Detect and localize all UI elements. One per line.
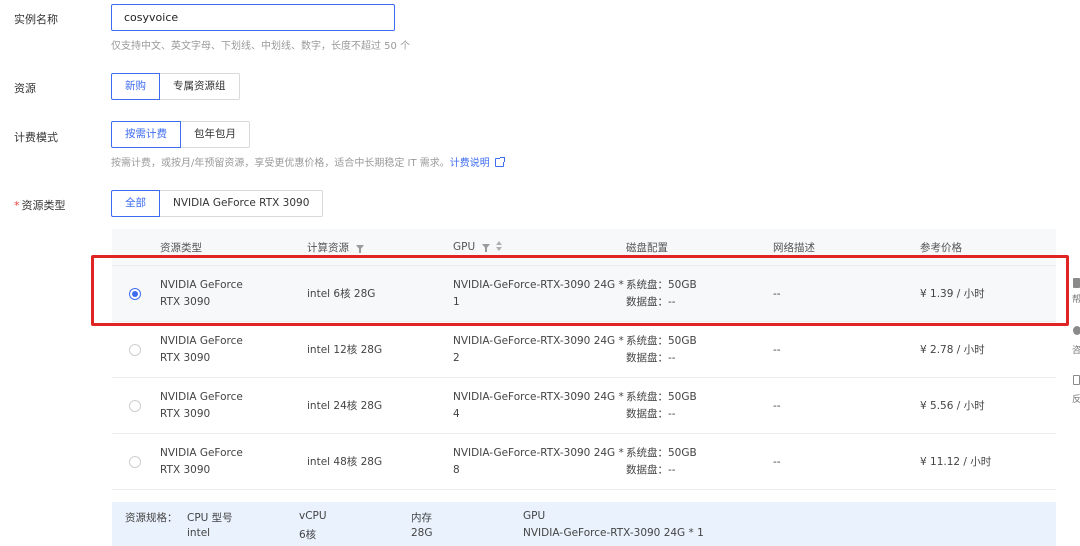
resource-type-filter: 全部 NVIDIA GeForce RTX 3090	[111, 190, 324, 217]
network-value: --	[773, 400, 781, 412]
filter-icon[interactable]	[356, 245, 364, 253]
table-row[interactable]: NVIDIA GeForce RTX 3090 intel 24核 28G NVI…	[112, 378, 1056, 434]
row-radio[interactable]	[129, 400, 141, 412]
row-radio[interactable]	[129, 456, 141, 468]
billing-mode-selector: 按需计费 包年包月	[111, 121, 250, 148]
spec-mem-value: 28G	[411, 527, 433, 539]
spec-label: 资源规格：	[125, 512, 178, 524]
resource-selector: 新购 专属资源组	[111, 73, 240, 100]
resource-spec-bar: 资源规格： CPU 型号 intel vCPU 6核 内存 28G GPU NV…	[112, 502, 1056, 546]
col-disk: 磁盘配置	[626, 242, 668, 254]
price-value: ¥ 5.56 / 小时	[920, 400, 985, 412]
side-tab-consult[interactable]: 咨	[1072, 343, 1080, 356]
table-row[interactable]: NVIDIA GeForce RTX 3090 intel 12核 28G NVI…	[112, 322, 1056, 378]
resource-type-model: RTX 3090	[160, 408, 211, 420]
spec-cpu-value: intel	[187, 527, 211, 539]
col-network: 网络描述	[773, 242, 815, 254]
resource-type-label-text: 资源类型	[21, 199, 66, 212]
instance-name-hint: 仅支持中文、英文字母、下划线、中划线、数字，长度不超过 50 个	[111, 41, 411, 52]
instance-name-input[interactable]: cosyvoice	[111, 4, 395, 31]
gpu-count: 8	[453, 464, 460, 476]
data-disk: 数据盘：--	[626, 464, 676, 476]
network-value: --	[773, 456, 781, 468]
resource-type-model: RTX 3090	[160, 352, 211, 364]
sort-icon[interactable]	[496, 241, 503, 251]
col-price: 参考价格	[920, 242, 962, 254]
gpu-count: 2	[453, 352, 460, 364]
system-disk: 系统盘：50GB	[626, 447, 697, 459]
side-tab-feedback[interactable]: 反	[1072, 392, 1080, 405]
spec-gpu-title: GPU	[523, 510, 546, 522]
gpu-value: NVIDIA-GeForce-RTX-3090 24G *	[453, 391, 624, 403]
resource-label: 资源	[14, 82, 36, 95]
selection-highlight-box	[91, 255, 1069, 326]
billing-hint: 按需计费，或按月/年预留资源，享受更优惠价格，适合中长期稳定 IT 需求。计费说…	[111, 154, 505, 169]
resource-type-name: NVIDIA GeForce	[160, 335, 243, 347]
gpu-count: 4	[453, 408, 460, 420]
billing-doc-link[interactable]: 计费说明	[450, 158, 490, 169]
col-compute-label: 计算资源	[307, 242, 349, 254]
billing-option-subscription[interactable]: 包年包月	[180, 121, 250, 148]
system-disk: 系统盘：50GB	[626, 335, 697, 347]
billing-option-on-demand[interactable]: 按需计费	[111, 121, 181, 148]
compute-value: intel 24核 28G	[307, 400, 383, 412]
resource-option-new[interactable]: 新购	[111, 73, 160, 100]
compute-value: intel 12核 28G	[307, 344, 383, 356]
resource-type-label: * 资源类型	[14, 197, 66, 213]
required-star: *	[14, 199, 20, 212]
spec-cpu-title: CPU 型号	[187, 512, 233, 524]
resource-type-name: NVIDIA GeForce	[160, 447, 243, 459]
table-row[interactable]: NVIDIA GeForce RTX 3090 intel 48核 28G NVI…	[112, 434, 1056, 490]
data-disk: 数据盘：--	[626, 408, 676, 420]
resource-option-dedicated-group[interactable]: 专属资源组	[159, 73, 240, 100]
col-compute: 计算资源	[307, 240, 364, 255]
gpu-value: NVIDIA-GeForce-RTX-3090 24G *	[453, 447, 624, 459]
consult-icon[interactable]	[1073, 326, 1080, 335]
resource-type-rtx3090[interactable]: NVIDIA GeForce RTX 3090	[159, 190, 324, 217]
resource-type-name: NVIDIA GeForce	[160, 391, 243, 403]
resource-type-all[interactable]: 全部	[111, 190, 160, 217]
price-value: ¥ 2.78 / 小时	[920, 344, 985, 356]
instance-name-label: 实例名称	[14, 13, 58, 26]
external-link-icon[interactable]	[494, 157, 505, 167]
resource-type-model: RTX 3090	[160, 464, 211, 476]
feedback-icon[interactable]	[1073, 375, 1080, 385]
spec-mem-title: 内存	[411, 512, 432, 524]
billing-hint-text: 按需计费，或按月/年预留资源，享受更优惠价格，适合中长期稳定 IT 需求。	[111, 158, 450, 169]
col-gpu-label: GPU	[453, 241, 476, 253]
billing-mode-label: 计费模式	[14, 131, 58, 144]
col-gpu: GPU	[453, 240, 503, 253]
spec-gpu-value: NVIDIA-GeForce-RTX-3090 24G * 1	[523, 527, 704, 539]
system-disk: 系统盘：50GB	[626, 391, 697, 403]
spec-vcpu-value: 6核	[299, 529, 317, 541]
compute-value: intel 48核 28G	[307, 456, 383, 468]
spec-vcpu-title: vCPU	[299, 510, 327, 522]
help-icon[interactable]	[1073, 278, 1080, 288]
data-disk: 数据盘：--	[626, 352, 676, 364]
side-tab-help[interactable]: 帮	[1072, 292, 1080, 305]
price-value: ¥ 11.12 / 小时	[920, 456, 992, 468]
network-value: --	[773, 344, 781, 356]
row-radio[interactable]	[129, 344, 141, 356]
gpu-value: NVIDIA-GeForce-RTX-3090 24G *	[453, 335, 624, 347]
filter-icon[interactable]	[482, 244, 491, 252]
col-resource-type: 资源类型	[160, 242, 202, 254]
